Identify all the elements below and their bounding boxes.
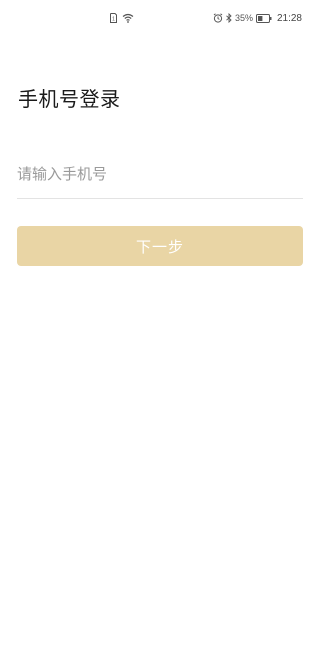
wifi-icon — [122, 13, 134, 23]
next-step-button[interactable]: 下一步 — [17, 226, 303, 266]
alarm-icon — [213, 13, 223, 23]
status-bar-right: 35% 21:28 — [213, 12, 302, 24]
status-bar: 1 35% 21:28 — [0, 0, 320, 36]
battery-icon — [255, 13, 272, 23]
status-bar-network: 1 — [110, 12, 134, 24]
phone-input-container — [17, 154, 303, 199]
page-title: 手机号登录 — [18, 87, 121, 111]
bluetooth-icon — [226, 13, 232, 23]
battery-percent: 35% — [234, 13, 253, 23]
svg-text:1: 1 — [112, 17, 115, 23]
sim-icon: 1 — [110, 13, 117, 23]
status-time: 21:28 — [276, 12, 302, 24]
login-screen: 1 35% 21:28 手机号登录 请输入手机号 下一步 — [0, 0, 320, 660]
phone-number-input[interactable] — [17, 154, 303, 194]
